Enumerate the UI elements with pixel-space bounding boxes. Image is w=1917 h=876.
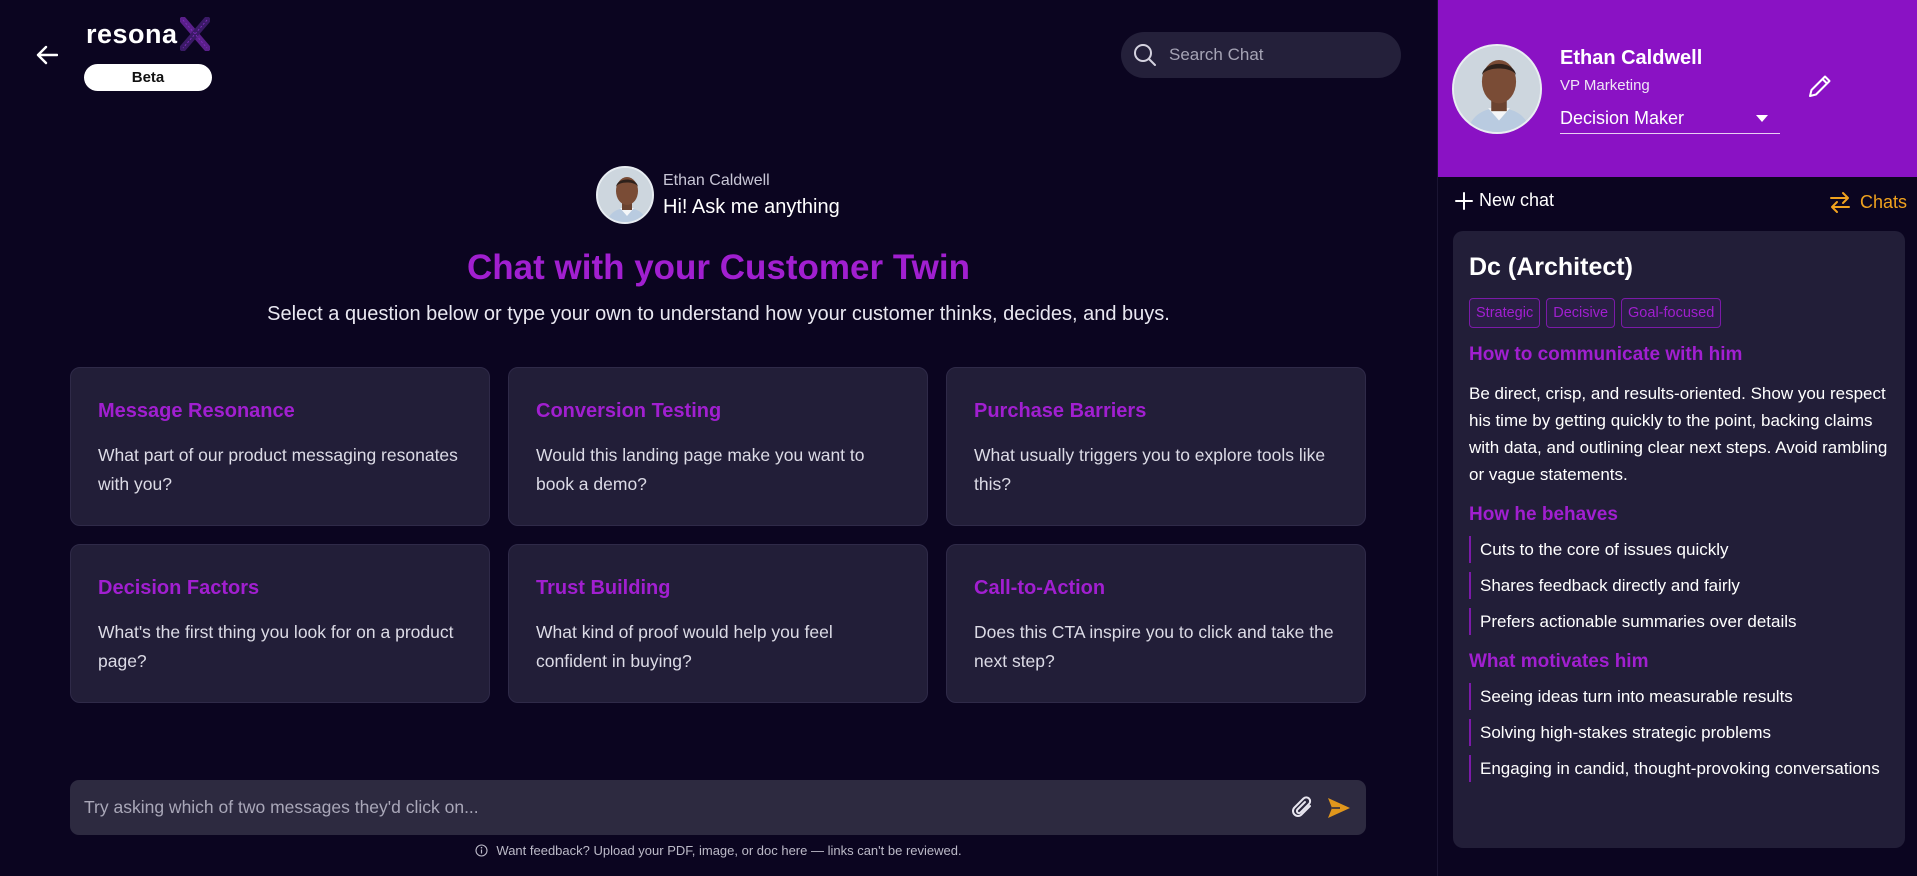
new-chat-button[interactable]: New chat xyxy=(1454,190,1554,211)
profile-avatar xyxy=(1452,44,1542,134)
arrow-left-icon xyxy=(36,45,58,65)
arrows-swap-icon xyxy=(1829,192,1850,213)
persona-sidebar: Ethan Caldwell VP Marketing Decision Mak… xyxy=(1437,0,1917,876)
person-avatar-icon xyxy=(598,168,652,222)
card-question: What kind of proof would help you feel c… xyxy=(536,622,833,671)
behaves-heading: How he behaves xyxy=(1469,504,1618,525)
attach-button[interactable] xyxy=(1286,791,1320,825)
search-bar[interactable] xyxy=(1121,32,1401,78)
card-title: Decision Factors xyxy=(98,577,260,599)
chat-toolbar: New chat Chats xyxy=(1438,190,1917,220)
persona-tag: Strategic xyxy=(1469,298,1541,328)
card-question: What's the first thing you look for on a… xyxy=(98,622,454,671)
behaves-list: Cuts to the core of issues quickly Share… xyxy=(1469,536,1889,635)
main-area: resona Beta Ethan Ca xyxy=(0,0,1437,876)
upload-footnote: Want feedback? Upload your PDF, image, o… xyxy=(0,843,1437,858)
twin-message: Hi! Ask me anything xyxy=(663,195,840,218)
persona-selected: Decision Maker xyxy=(1560,108,1685,128)
search-icon xyxy=(1134,44,1156,66)
question-card[interactable]: Trust Building What kind of proof would … xyxy=(508,544,928,703)
persona-dropdown[interactable]: Decision Maker xyxy=(1560,104,1780,134)
card-question: Does this CTA inspire you to click and t… xyxy=(974,622,1334,671)
chats-label: Chats xyxy=(1859,191,1907,212)
communicate-heading: How to communicate with him xyxy=(1469,344,1743,365)
chats-button[interactable]: Chats xyxy=(1828,190,1907,214)
question-card[interactable]: Call-to-Action Does this CTA inspire you… xyxy=(946,544,1366,703)
person-avatar-icon xyxy=(1454,46,1540,132)
card-title: Conversion Testing xyxy=(536,400,722,422)
card-title: Purchase Barriers xyxy=(974,400,1147,422)
list-item: Shares feedback directly and fairly xyxy=(1469,572,1889,599)
new-chat-label: New chat xyxy=(1479,190,1555,210)
back-button[interactable] xyxy=(34,42,60,68)
communicate-text: Be direct, crisp, and results-oriented. … xyxy=(1469,384,1888,484)
card-question: What part of our product messaging reson… xyxy=(98,445,458,494)
motivates-heading: What motivates him xyxy=(1469,651,1649,672)
send-icon xyxy=(1328,797,1350,818)
edit-profile-button[interactable] xyxy=(1804,70,1836,102)
page-title: Chat with your Customer Twin xyxy=(467,248,970,287)
card-title: Trust Building xyxy=(536,577,671,599)
avatar xyxy=(596,166,654,224)
footnote-text: Want feedback? Upload your PDF, image, o… xyxy=(496,843,962,858)
motivates-list: Seeing ideas turn into measurable result… xyxy=(1469,683,1889,782)
twin-name: Ethan Caldwell xyxy=(663,171,770,189)
chat-composer xyxy=(70,780,1366,835)
plus-icon xyxy=(1455,191,1473,210)
profile-name: Ethan Caldwell xyxy=(1560,47,1703,69)
chat-message-input[interactable] xyxy=(84,797,1286,818)
question-card[interactable]: Message Resonance What part of our produ… xyxy=(70,367,490,526)
brand-x-mark-icon xyxy=(179,17,210,51)
card-question: Would this landing page make you want to… xyxy=(536,445,865,494)
search-input[interactable] xyxy=(1169,45,1369,65)
brand-logo: resona xyxy=(86,17,210,51)
list-item: Prefers actionable summaries over detail… xyxy=(1469,608,1889,635)
list-item: Cuts to the core of issues quickly xyxy=(1469,536,1889,563)
question-card[interactable]: Purchase Barriers What usually triggers … xyxy=(946,367,1366,526)
pencil-icon xyxy=(1809,75,1831,97)
persona-tags: Strategic Decisive Goal-focused xyxy=(1469,298,1889,328)
profile-header: Ethan Caldwell VP Marketing Decision Mak… xyxy=(1438,0,1917,177)
question-card[interactable]: Conversion Testing Would this landing pa… xyxy=(508,367,928,526)
caret-down-icon xyxy=(1756,114,1768,122)
card-title: Call-to-Action xyxy=(974,577,1106,599)
card-question: What usually triggers you to explore too… xyxy=(974,445,1326,494)
send-button[interactable] xyxy=(1322,791,1356,825)
profile-role: VP Marketing xyxy=(1560,77,1650,94)
twin-greeting: Ethan Caldwell Hi! Ask me anything xyxy=(596,166,840,224)
question-card[interactable]: Decision Factors What's the first thing … xyxy=(70,544,490,703)
list-item: Seeing ideas turn into measurable result… xyxy=(1469,683,1889,710)
list-item: Engaging in candid, thought-provoking co… xyxy=(1469,755,1889,782)
persona-title: Dc (Architect) xyxy=(1469,253,1633,281)
card-title: Message Resonance xyxy=(98,400,295,422)
brand-name: resona xyxy=(86,18,178,49)
persona-tag: Decisive xyxy=(1546,298,1616,328)
persona-tag: Goal-focused xyxy=(1621,298,1722,328)
list-item: Solving high-stakes strategic problems xyxy=(1469,719,1889,746)
paperclip-icon xyxy=(1292,795,1312,817)
page-subtitle: Select a question below or type your own… xyxy=(267,303,1170,325)
beta-badge: Beta xyxy=(84,64,212,91)
info-icon xyxy=(475,844,488,857)
persona-panel: Dc (Architect) Strategic Decisive Goal-f… xyxy=(1453,231,1905,848)
